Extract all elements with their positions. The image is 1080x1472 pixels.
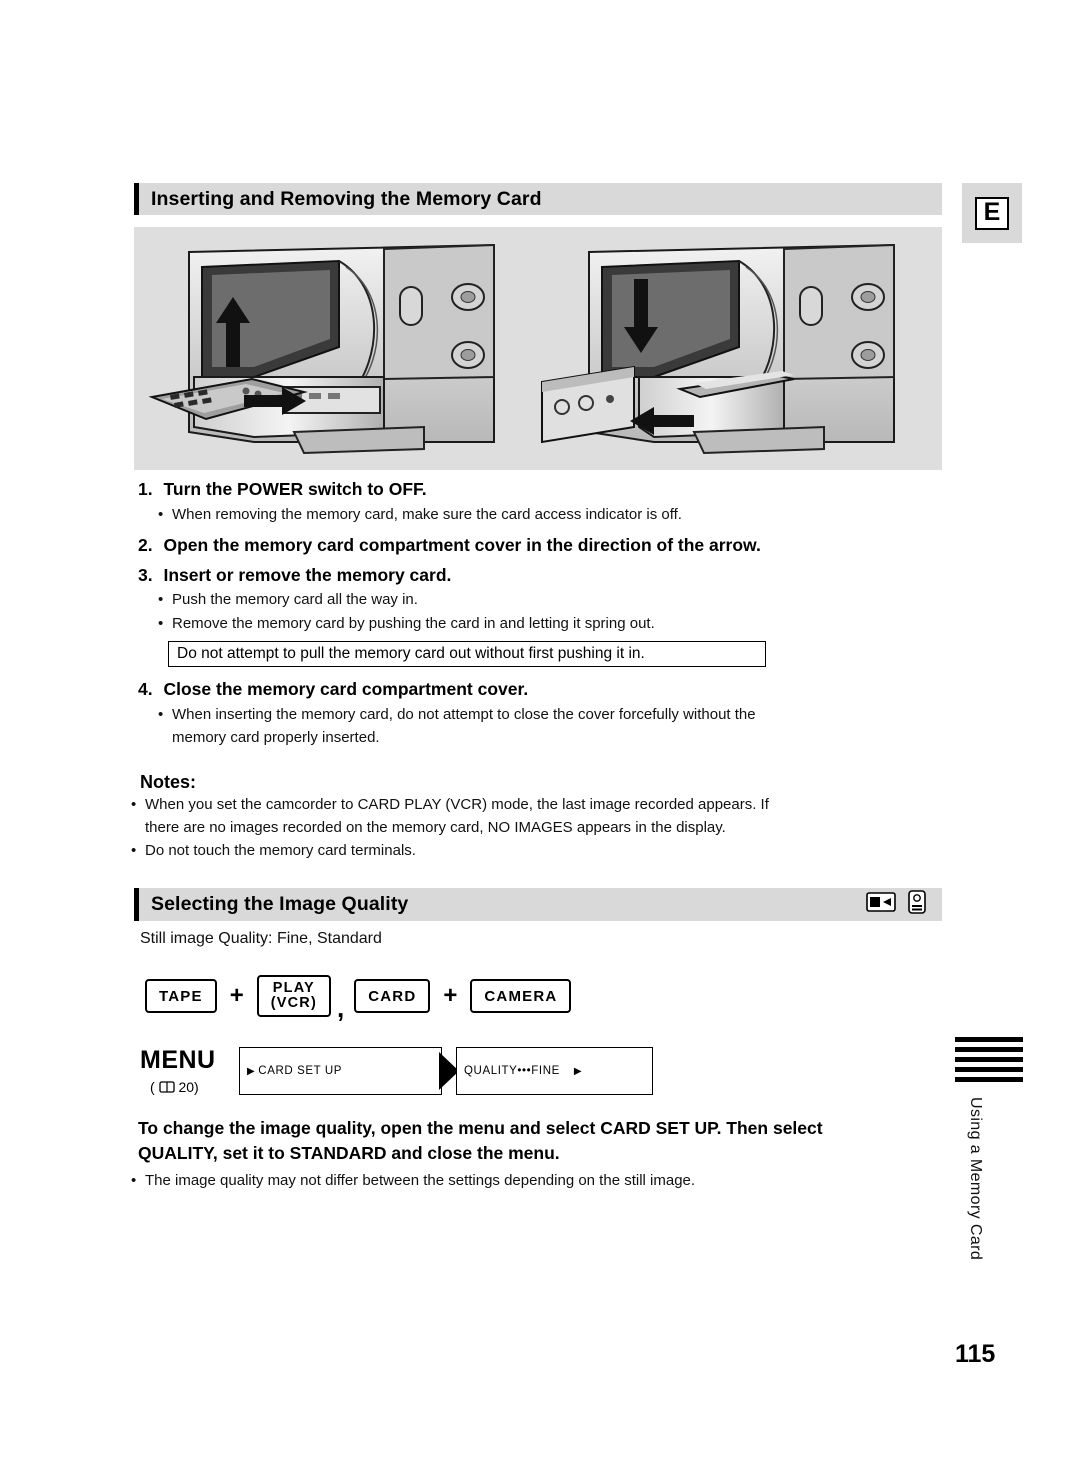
play-mode-label: PLAY [272,980,315,997]
card-mode-button[interactable]: CARD [354,979,431,1013]
menu-item-quality-label: QUALITY•••FINE [464,1065,560,1077]
step-3-text: Insert or remove the memory card. [163,565,452,585]
camera-mode-button[interactable]: CAMERA [470,979,572,1013]
vcr-mode-label: (VCR) [270,995,317,1011]
bullet-dot: • [131,842,137,859]
instruction-line-1: To change the image quality, open the me… [138,1118,823,1139]
step-1-number: 1. [138,479,153,499]
section-heading-inserting-removing: Inserting and Removing the Memory Card [134,183,942,215]
step-1-heading: 1. Turn the POWER switch to OFF. [138,479,427,500]
menu-page-reference: ( 20) [150,1079,199,1095]
stripe-1 [955,1037,1023,1042]
step-1-text: Turn the POWER switch to OFF. [163,479,427,499]
note-text: Do not touch the memory card terminals. [145,842,416,859]
illustration-panel [134,227,942,470]
instruction-line-1-text: To change the image quality, open the me… [138,1118,823,1138]
note-1-cont: there are no images recorded on the memo… [145,819,726,836]
section2-icon-group [866,890,942,919]
step-2-text: Open the memory card compartment cover i… [163,535,761,555]
note-1: • When you set the camcorder to CARD PLAY… [131,796,769,813]
menu-label: MENU [140,1046,216,1074]
stripe-2 [955,1047,1023,1052]
menu-item-quality[interactable]: QUALITY•••FINE ▶ [456,1047,653,1095]
instruction-bullet: • The image quality may not differ betwee… [131,1172,695,1189]
instruction-line-2: QUALITY, set it to STANDARD and close th… [138,1143,560,1164]
bullet-text-cont: memory card properly inserted. [172,729,380,746]
step-2-number: 2. [138,535,153,555]
stripe-5 [955,1077,1023,1082]
step-3-number: 3. [138,565,153,585]
tape-mode-label: TAPE [159,987,203,1005]
notes-heading: Notes: [140,772,196,793]
play-arrow-icon-2: ▶ [573,1065,583,1077]
step-2-heading: 2. Open the memory card compartment cove… [138,535,761,556]
step-4-number: 4. [138,679,153,699]
section2-title: Selecting the Image Quality [151,893,409,915]
warning-box: Do not attempt to pull the memory card o… [168,641,766,667]
bullet-dot: • [158,591,164,608]
step-4-text: Close the memory card compartment cover. [163,679,529,699]
comma-separator: , [337,993,345,1024]
card-camera-icon [906,890,928,919]
bullet-text: When inserting the memory card, do not a… [172,706,756,723]
page-number: 115 [955,1340,996,1368]
plus-sign-1: + [229,982,244,1009]
step-4-bullet-1-cont: memory card properly inserted. [172,729,380,746]
menu-page-ref-open: ( [150,1079,155,1095]
card-play-icon [866,891,896,918]
bullet-text: When removing the memory card, make sure… [172,506,682,523]
step-3-bullet-2: • Remove the memory card by pushing the c… [158,615,655,632]
plus-sign-2: + [443,982,458,1009]
note-2: • Do not touch the memory card terminals. [131,842,416,859]
step-4-bullet-1: • When inserting the memory card, do not … [158,706,756,723]
bullet-dot: • [131,796,137,813]
step-1-bullet-1: • When removing the memory card, make sur… [158,506,682,523]
corner-letter-box: E [962,183,1022,243]
notes-heading-text: Notes: [140,772,197,792]
bullet-dot: • [158,615,164,632]
note-text: When you set the camcorder to CARD PLAY … [145,796,769,813]
step-4-heading: 4. Close the memory card compartment cov… [138,679,528,700]
instruction-line-2-text: QUALITY, set it to STANDARD and close th… [138,1143,560,1163]
menu-item-card-set-up-label: CARD SET UP [258,1065,343,1077]
menu-page-ref-number: 20) [178,1079,199,1095]
side-tab-stripes [955,1037,1023,1087]
step-3-heading: 3. Insert or remove the memory card. [138,565,451,586]
mode-button-row: TAPE + PLAY (VCR) , CARD + CAMERA [145,975,572,1024]
side-tab-label: Using a Memory Card [967,1097,984,1261]
bullet-text: Remove the memory card by pushing the ca… [172,615,655,632]
tape-mode-button[interactable]: TAPE [145,979,217,1013]
menu-item-card-set-up[interactable]: ▶ CARD SET UP [239,1047,442,1095]
play-vcr-mode-button[interactable]: PLAY (VCR) [256,975,331,1017]
section2-subtitle-text: Still image Quality: Fine, Standard [140,930,382,947]
book-icon [158,1079,175,1095]
stripe-3 [955,1057,1023,1062]
note-text-cont: there are no images recorded on the memo… [145,819,726,836]
bullet-dot: • [158,506,164,523]
bullet-text: Push the memory card all the way in. [172,591,418,608]
illustration-left [148,243,495,455]
stripe-4 [955,1067,1023,1072]
play-arrow-icon: ▶ [247,1065,256,1077]
camera-mode-label: CAMERA [484,987,558,1005]
section2-subtitle: Still image Quality: Fine, Standard [140,930,382,948]
warning-box-text: Do not attempt to pull the memory card o… [177,645,645,662]
card-mode-label: CARD [368,987,417,1005]
illustration-right [541,243,895,455]
section-heading-image-quality: Selecting the Image Quality [134,888,942,921]
bullet-dot: • [158,706,164,723]
document-page: Inserting and Removing the Memory Card E [0,0,1080,1472]
step-3-bullet-1: • Push the memory card all the way in. [158,591,418,608]
corner-letter: E [974,196,1010,230]
bullet-dot: • [131,1172,137,1189]
instruction-bullet-text: The image quality may not differ between… [145,1172,696,1189]
section1-title: Inserting and Removing the Memory Card [151,187,542,210]
